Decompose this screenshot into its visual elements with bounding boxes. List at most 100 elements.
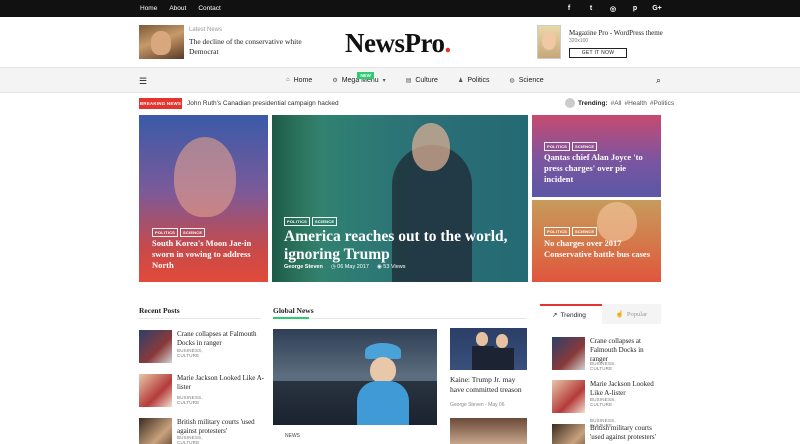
global-news-heading: Global News xyxy=(273,306,314,315)
google-plus-icon[interactable]: G+ xyxy=(652,5,662,12)
head-silhouette xyxy=(496,334,508,348)
trending-bar: Trending: #All #Health #Politics xyxy=(565,98,674,108)
breaking-news-headline[interactable]: John Ruth's Canadian presidential campai… xyxy=(187,100,339,107)
global-news-tag[interactable]: NEWS xyxy=(285,433,300,439)
hero-title[interactable]: South Korea's Moon Jae-in sworn in vowin… xyxy=(152,238,264,271)
portrait-silhouette xyxy=(597,202,637,242)
home-icon: ⌂ xyxy=(286,77,290,83)
trending-icon: ↗ xyxy=(552,312,558,319)
trending-tag-health[interactable]: #Health xyxy=(624,100,646,107)
thumbs-up-icon: ☝ xyxy=(615,311,624,318)
head-silhouette xyxy=(476,332,488,346)
user-icon: ♟ xyxy=(457,77,464,84)
global-news-side-title[interactable]: Kaine: Trump Jr. may have committed trea… xyxy=(450,375,530,395)
suit-silhouette xyxy=(492,348,514,370)
nav-label: Home xyxy=(293,76,313,84)
trending-label: Trending: xyxy=(578,99,608,107)
category-tags: POLITICS SCIENCE xyxy=(152,228,206,237)
post-views: ◉ 53 Views xyxy=(377,264,406,270)
global-news-side-image[interactable] xyxy=(450,328,527,370)
crowd-silhouette xyxy=(273,381,437,425)
nav-item-science[interactable]: ◍ Science xyxy=(510,77,544,84)
search-icon[interactable]: ⌕ xyxy=(656,75,661,86)
nav-label: Science xyxy=(518,76,544,84)
top-bar: Home About Contact f t ◎ p G+ xyxy=(0,0,800,17)
post-thumbnail[interactable] xyxy=(552,380,585,413)
top-nav: Home About Contact xyxy=(140,0,221,17)
post-title[interactable]: Marie Jackson Looked Like A-lister xyxy=(177,374,265,392)
social-links: f t ◎ p G+ xyxy=(564,0,662,17)
hero-card-featured[interactable]: POLITICS SCIENCE America reaches out to … xyxy=(272,115,528,282)
instagram-icon[interactable]: ◎ xyxy=(608,5,618,13)
post-category: BUSINESS, CULTURE xyxy=(590,361,616,371)
gear-icon: ⚙ xyxy=(332,77,338,84)
hero-card[interactable]: POLITICS SCIENCE South Korea's Moon Jae-… xyxy=(139,115,268,282)
category-tag[interactable]: SCIENCE xyxy=(312,217,338,226)
author-name[interactable]: George Steven xyxy=(284,264,323,270)
trending-tag-all[interactable]: #All xyxy=(611,100,622,107)
post-title[interactable]: Crane collapses at Falmouth Docks in ran… xyxy=(590,337,652,364)
nav-label: Culture xyxy=(415,76,438,84)
pinterest-icon[interactable]: p xyxy=(630,5,640,12)
post-category: BUSINESS, CULTURE xyxy=(590,397,616,407)
top-link-home[interactable]: Home xyxy=(140,5,157,12)
top-link-contact[interactable]: Contact xyxy=(198,5,220,12)
section-divider xyxy=(273,318,527,319)
global-news-side-meta: George Steven - May 06 xyxy=(450,402,505,408)
get-it-now-button[interactable]: GET IT NOW xyxy=(569,48,627,58)
chevron-down-icon: ▾ xyxy=(382,77,386,84)
post-thumbnail[interactable] xyxy=(552,337,585,370)
sidebar-tabs: ↗ Trending ☝ Popular xyxy=(540,304,661,324)
category-tag[interactable]: SCIENCE xyxy=(180,228,206,237)
category-tags: POLITICS SCIENCE xyxy=(544,142,598,151)
category-tag[interactable]: POLITICS xyxy=(152,228,179,237)
category-tag[interactable]: SCIENCE xyxy=(572,142,598,151)
recent-posts-heading: Recent Posts xyxy=(139,306,180,315)
nav-item-mega-menu[interactable]: ⚙ Mega Menu ▾ NEW xyxy=(332,71,386,84)
post-thumbnail[interactable] xyxy=(139,330,172,363)
hero-meta: George Steven ◷ 06 May 2017 ◉ 53 Views xyxy=(284,264,406,270)
post-title[interactable]: Crane collapses at Falmouth Docks in ran… xyxy=(177,330,265,348)
category-tag[interactable]: POLITICS xyxy=(544,227,571,236)
latest-news-title[interactable]: The decline of the conservative white De… xyxy=(189,37,309,57)
nav-item-culture[interactable]: ▤ Culture xyxy=(406,77,438,84)
coat-shape xyxy=(357,381,409,425)
global-news-main-image[interactable] xyxy=(273,329,437,425)
trending-tag-politics[interactable]: #Politics xyxy=(650,100,674,107)
category-tags: POLITICS SCIENCE xyxy=(284,217,338,226)
post-thumbnail[interactable] xyxy=(139,374,172,407)
post-thumbnail[interactable] xyxy=(139,418,172,444)
nav-label: Politics xyxy=(467,76,490,84)
hero-card[interactable]: POLITICS SCIENCE Qantas chief Alan Joyce… xyxy=(532,115,661,197)
tab-label: Popular xyxy=(626,310,648,318)
date-text: 06 May 2017 xyxy=(337,264,369,270)
category-tag[interactable]: POLITICS xyxy=(544,142,571,151)
suit-silhouette xyxy=(472,346,494,370)
post-thumbnail[interactable] xyxy=(552,424,585,444)
facebook-icon[interactable]: f xyxy=(564,5,574,12)
nav-item-politics[interactable]: ♟ Politics xyxy=(458,77,490,84)
twitter-icon[interactable]: t xyxy=(586,5,596,12)
top-link-about[interactable]: About xyxy=(169,5,186,12)
post-title[interactable]: Marie Jackson Looked Like A-lister xyxy=(590,380,654,398)
hero-card[interactable]: POLITICS SCIENCE No charges over 2017 Co… xyxy=(532,200,661,282)
global-news-side-image[interactable] xyxy=(450,418,527,444)
ad-thumbnail[interactable] xyxy=(537,25,561,59)
hero-title[interactable]: Qantas chief Alan Joyce 'to press charge… xyxy=(544,152,656,185)
hero-title[interactable]: America reaches out to the world, ignori… xyxy=(284,228,524,264)
latest-news-thumbnail[interactable] xyxy=(139,25,184,59)
tab-trending[interactable]: ↗ Trending xyxy=(552,306,586,324)
category-tag[interactable]: POLITICS xyxy=(284,217,311,226)
book-icon: ▤ xyxy=(405,77,412,84)
site-logo[interactable]: NewsPro. xyxy=(345,28,451,59)
globe-icon: ◍ xyxy=(509,77,515,84)
hamburger-menu-icon[interactable]: ☰ xyxy=(139,76,147,87)
tab-popular[interactable]: ☝ Popular xyxy=(602,304,661,324)
category-tag[interactable]: SCIENCE xyxy=(572,227,598,236)
logo-text: NewsPro xyxy=(345,28,445,58)
nav-item-home[interactable]: ⌂ Home xyxy=(286,77,312,84)
post-title[interactable]: British military courts 'used against pr… xyxy=(177,418,265,436)
hero-title[interactable]: No charges over 2017 Conservative battle… xyxy=(544,238,656,260)
ad-size: 320x100 xyxy=(569,38,589,44)
trending-avatar xyxy=(565,98,575,108)
